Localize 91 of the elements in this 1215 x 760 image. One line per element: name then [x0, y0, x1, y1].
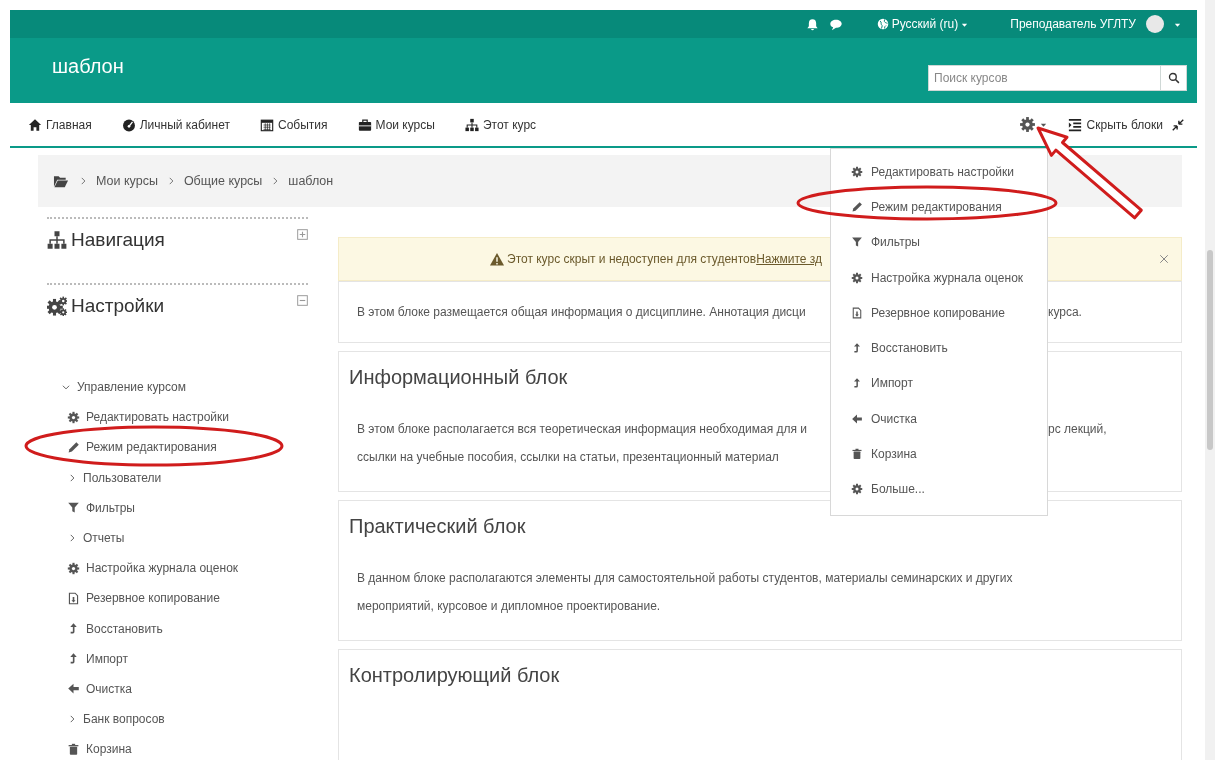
scrollbar-thumb[interactable]: [1207, 250, 1213, 450]
up-arrow-icon: [851, 342, 863, 355]
search-button[interactable]: [1161, 64, 1187, 91]
section-text: В данном блоке располагаются элементы для самостоятельной работы студентов, материалы семинарских и других: [357, 571, 1013, 585]
section-text: В этом блоке располагается вся теоретическая информация необходимая для и: [357, 422, 809, 436]
search-field[interactable]: Поиск курсов: [928, 64, 1161, 91]
gear-icon: [851, 271, 863, 284]
gears-icon: [47, 296, 67, 316]
gauge-icon: [121, 117, 136, 132]
avatar: [1146, 15, 1164, 33]
trash-icon: [67, 742, 80, 756]
course-title: шаблон: [52, 55, 124, 78]
language-menu[interactable]: Русский (ru): [876, 17, 969, 31]
settings-link[interactable]: Резервное копирование: [86, 591, 220, 606]
section-text: курса.: [1048, 305, 1083, 319]
settings-link[interactable]: Фильтры: [86, 500, 135, 515]
settings-link[interactable]: Редактировать настройки: [86, 410, 230, 425]
nav-link[interactable]: Личный кабинет: [121, 117, 230, 132]
calendar-icon: [259, 117, 274, 132]
settings-link[interactable]: Пользователи: [83, 470, 162, 485]
menu-item[interactable]: Импорт: [831, 365, 1047, 402]
menu-item[interactable]: Восстановить: [831, 330, 1047, 366]
gear-icon: [851, 165, 863, 178]
menu-item[interactable]: Больше...: [831, 471, 1047, 507]
gear-icon: [67, 561, 80, 575]
nav-link[interactable]: Мои курсы: [357, 117, 435, 132]
document-icon: [851, 306, 863, 319]
bell-icon[interactable]: [805, 17, 819, 31]
nav-link[interactable]: Главная: [28, 117, 92, 132]
settings-link[interactable]: Банк вопросов: [83, 712, 165, 727]
list-icon: [1066, 117, 1083, 132]
menu-item[interactable]: Фильтры: [831, 224, 1047, 260]
notice-text: Этот курс скрыт и недоступен для студентов: [507, 252, 757, 266]
close-icon[interactable]: [1159, 254, 1169, 264]
settings-link[interactable]: Восстановить: [86, 621, 163, 636]
caret-icon: [1039, 121, 1047, 128]
gear-icon: [67, 410, 80, 424]
filter-icon: [67, 501, 80, 515]
filter-icon: [851, 236, 863, 249]
up-arrow-icon: [851, 377, 863, 390]
block-title: Навигация: [71, 229, 165, 251]
collapse-icon[interactable]: [297, 295, 308, 306]
expand-icon[interactable]: [297, 229, 308, 240]
user-menu[interactable]: Преподаватель УГЛТУ: [1010, 15, 1181, 33]
settings-link[interactable]: Режим редактирования: [86, 440, 217, 455]
warning-icon: [489, 251, 505, 267]
document-icon: [67, 591, 80, 605]
section-title: Информационный блок: [349, 366, 568, 389]
settings-link[interactable]: Управление курсом: [77, 380, 187, 395]
chevron-right-icon: [78, 176, 88, 186]
menu-item[interactable]: Очистка: [831, 401, 1047, 437]
breadcrumb-link[interactable]: Мои курсы: [96, 174, 158, 188]
section-text: мероприятий, курсовое и дипломное проектирование.: [357, 599, 661, 613]
settings-link[interactable]: Отчеты: [83, 531, 125, 546]
menu-item[interactable]: Корзина: [831, 436, 1047, 472]
left-arrow-icon: [67, 682, 80, 696]
nav-link[interactable]: Этот курс: [464, 117, 537, 132]
settings-link[interactable]: Настройка журнала оценок: [86, 561, 239, 576]
notice-link[interactable]: Нажмите зд: [756, 252, 823, 266]
briefcase-icon: [357, 117, 372, 132]
section-text: рс лекций,: [1048, 422, 1108, 436]
pencil-icon: [67, 440, 80, 454]
search-icon: [1167, 71, 1180, 84]
menu-item[interactable]: Резервное копирование: [831, 295, 1047, 331]
breadcrumb-link[interactable]: Общие курсы: [183, 174, 263, 188]
globe-icon: [876, 18, 889, 30]
chat-icon[interactable]: [828, 17, 843, 31]
trash-icon: [851, 448, 863, 460]
breadcrumb-link[interactable]: шаблон: [288, 174, 334, 188]
settings-link[interactable]: Корзина: [86, 742, 132, 757]
home-icon: [28, 117, 42, 132]
block-title: Настройки: [71, 295, 165, 317]
section-text: В этом блоке размещается общая информация о дисциплине. Аннотация дисци: [357, 305, 807, 319]
section-title: Практический блок: [349, 515, 526, 538]
nav-link[interactable]: События: [259, 117, 328, 132]
sitemap-icon: [464, 117, 479, 132]
menu-item[interactable]: Режим редактирования: [831, 189, 1047, 225]
section-text: ссылки на учебные пособия, ссылки на статьи, презентационный материал: [357, 450, 779, 464]
settings-link[interactable]: Импорт: [86, 651, 128, 666]
section-title: Контролирующий блок: [349, 664, 560, 687]
hide-blocks-button[interactable]: Скрыть блоки: [1066, 117, 1163, 132]
gear-icon: [851, 483, 863, 496]
left-arrow-icon: [851, 412, 863, 425]
gear-icon: [1018, 116, 1036, 133]
menu-item[interactable]: Настройка журнала оценок: [831, 259, 1047, 296]
settings-link[interactable]: Очистка: [86, 681, 132, 696]
sitemap-icon: [47, 230, 67, 250]
pencil-icon: [851, 200, 863, 213]
menu-item[interactable]: Редактировать настройки: [831, 154, 1047, 190]
compress-icon[interactable]: [1171, 117, 1185, 132]
folder-icon: [52, 173, 70, 189]
